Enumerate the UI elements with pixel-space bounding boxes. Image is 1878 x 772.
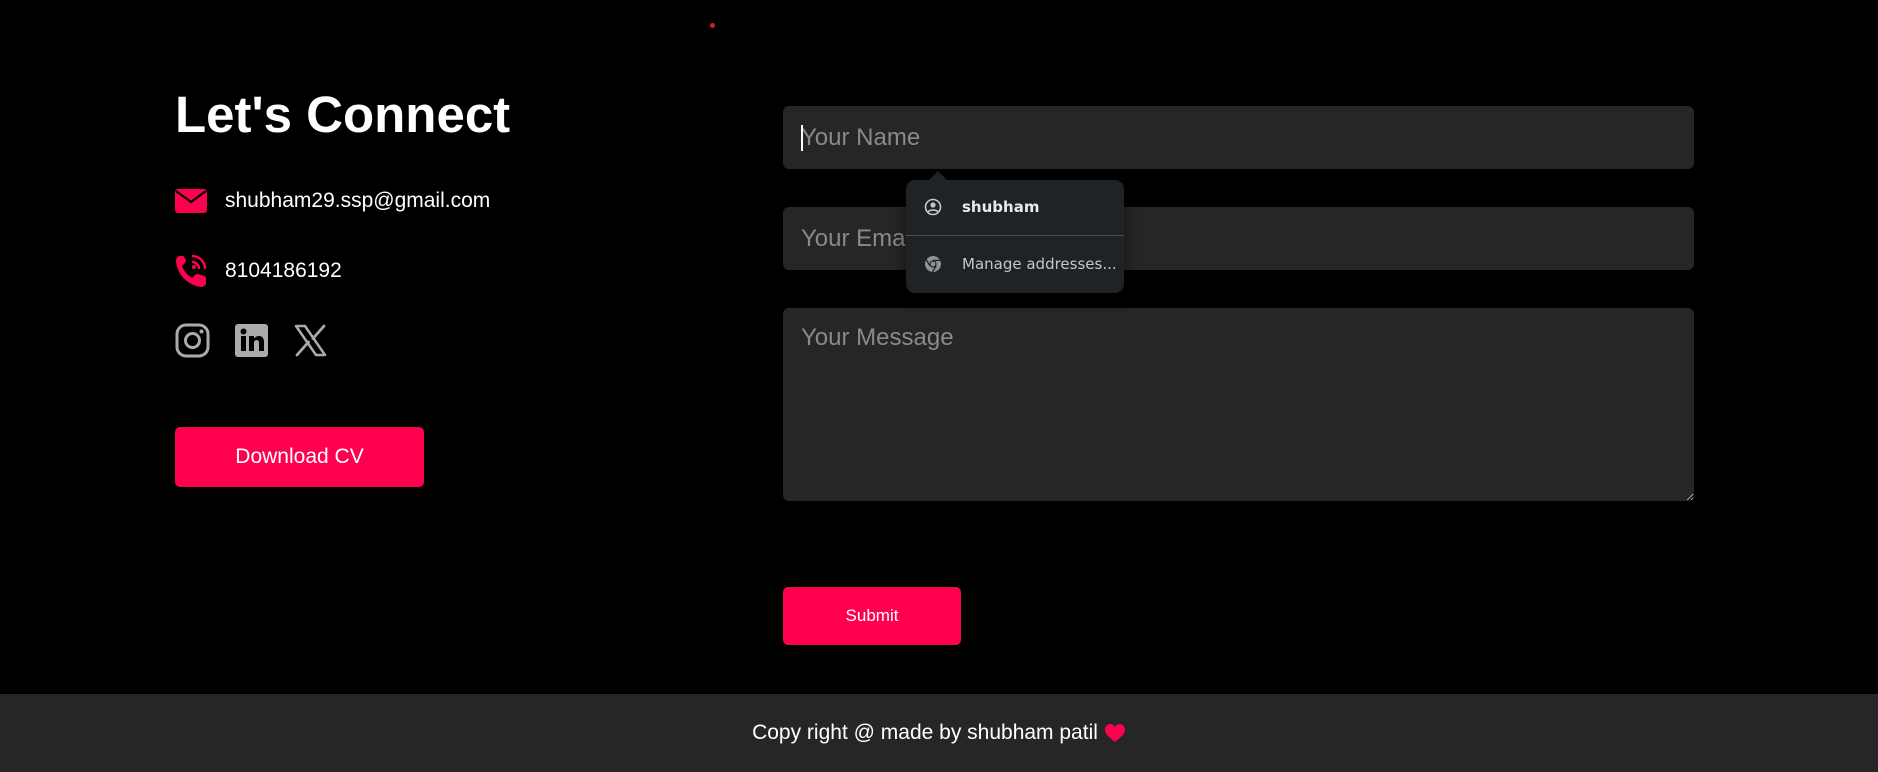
- social-links: [175, 323, 328, 358]
- instagram-icon[interactable]: [175, 323, 210, 358]
- message-textarea[interactable]: [783, 308, 1694, 501]
- submit-button[interactable]: Submit: [783, 587, 961, 645]
- page-title: Let's Connect: [175, 86, 511, 143]
- chrome-icon: [924, 255, 942, 273]
- x-twitter-icon[interactable]: [293, 323, 328, 358]
- account-circle-icon: [924, 198, 942, 216]
- envelope-icon: [175, 184, 207, 218]
- phone-text[interactable]: 8104186192: [225, 259, 342, 283]
- text-caret: [801, 125, 803, 151]
- linkedin-icon[interactable]: [234, 323, 269, 358]
- manage-addresses-label: Manage addresses...: [962, 255, 1117, 273]
- footer: Copy right @ made by shubham patil: [0, 694, 1878, 772]
- heart-icon: [1104, 723, 1126, 743]
- autofill-profile-name: shubham: [962, 198, 1040, 216]
- phone-row: 8104186192: [175, 254, 342, 288]
- autofill-dropdown: shubham Manage addresses...: [906, 171, 1124, 293]
- download-cv-button[interactable]: Download CV: [175, 427, 424, 487]
- red-dot-marker: [710, 23, 715, 28]
- contact-page: Let's Connect shubham29.ssp@gmail.com 81…: [0, 0, 1878, 772]
- manage-addresses-item[interactable]: Manage addresses...: [906, 238, 1124, 290]
- footer-text: Copy right @ made by shubham patil: [752, 721, 1098, 744]
- email-row: shubham29.ssp@gmail.com: [175, 184, 490, 218]
- autofill-suggestion[interactable]: shubham: [906, 181, 1124, 233]
- name-input[interactable]: [783, 106, 1694, 169]
- autofill-divider: [906, 235, 1124, 236]
- email-text[interactable]: shubham29.ssp@gmail.com: [225, 189, 490, 213]
- autofill-pointer: [928, 171, 948, 181]
- phone-ringing-icon: [175, 254, 207, 288]
